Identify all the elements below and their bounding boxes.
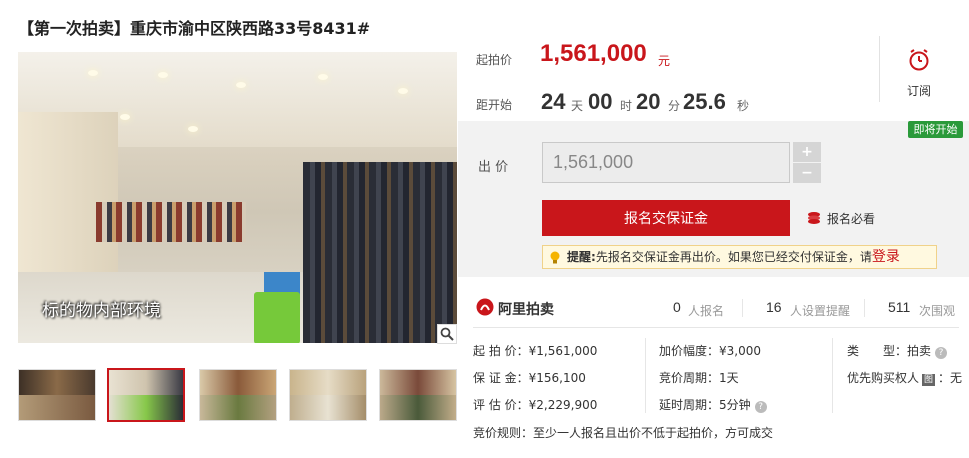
detail-increment: 加价幅度：¥3,000	[659, 342, 761, 359]
photo-light	[88, 70, 98, 76]
photo-stool	[254, 292, 300, 343]
detail-value: 1天	[719, 371, 739, 385]
thumbnail-strip	[18, 368, 458, 423]
thumbnail[interactable]	[289, 369, 367, 421]
divider	[645, 338, 646, 413]
main-photo[interactable]: 标的物内部环境	[18, 52, 457, 343]
detail-start-price: 起 拍 价：¥1,561,000	[473, 342, 597, 359]
starting-price-label: 起拍价	[476, 53, 513, 67]
detail-key: 评 估 价：	[473, 398, 529, 412]
thumbnail[interactable]	[18, 369, 96, 421]
coins-icon	[807, 211, 823, 225]
countdown-seconds-unit: 秒	[737, 99, 750, 113]
detail-cycle: 竞价周期：1天	[659, 369, 739, 386]
divider	[742, 299, 743, 317]
bid-label: 出 价	[478, 160, 509, 175]
zoom-icon[interactable]	[437, 324, 457, 344]
subscribe-button[interactable]: 订阅	[907, 82, 931, 99]
bid-input[interactable]: 1,561,000	[542, 142, 790, 183]
stat-count: 0	[673, 299, 681, 315]
tip-prefix: 提醒:	[567, 250, 596, 264]
page-title: 【第一次拍卖】重庆市渝中区陕西路33号8431#	[18, 19, 371, 38]
stat-label: 人设置提醒	[790, 304, 851, 318]
help-icon[interactable]: ?	[754, 401, 767, 413]
detail-key: 优先购买权人	[847, 371, 920, 385]
countdown-minutes-unit: 分	[668, 99, 681, 113]
detail-value: 5分钟	[719, 398, 751, 412]
countdown-label: 距开始	[476, 98, 513, 112]
priority-badge[interactable]: 图	[922, 374, 936, 386]
help-icon[interactable]: ?	[935, 347, 948, 359]
photo-light	[188, 126, 198, 132]
detail-value: ¥3,000	[719, 344, 762, 358]
detail-key: 竞价周期：	[659, 371, 720, 385]
detail-value: 至少一人报名且出价不低于起拍价，方可成交	[533, 426, 774, 440]
photo-light	[398, 88, 408, 94]
detail-rule: 竞价规则：至少一人报名且出价不低于起拍价，方可成交	[473, 424, 773, 441]
photo-caption: 标的物内部环境	[42, 301, 161, 321]
divider	[832, 338, 833, 413]
photo-clothes-rack	[96, 202, 246, 242]
decrease-bid-button[interactable]: −	[793, 163, 821, 183]
detail-value: ¥2,229,900	[528, 398, 598, 412]
stat-label: 次围观	[919, 304, 956, 318]
photo-light	[318, 74, 328, 80]
detail-value: 拍卖	[907, 344, 932, 358]
thumbnail[interactable]	[199, 369, 277, 421]
login-link[interactable]: 登录	[872, 249, 900, 265]
countdown-seconds: 25.6	[683, 89, 726, 114]
photo-light	[120, 114, 130, 120]
platform-name: 阿里拍卖	[498, 302, 554, 318]
detail-value: ：无	[938, 371, 963, 385]
detail-type: 类 型：拍卖?	[847, 342, 948, 359]
thumbnail-active[interactable]	[107, 368, 185, 422]
detail-key: 加价幅度：	[659, 344, 720, 358]
detail-value: ¥1,561,000	[528, 344, 598, 358]
photo-light	[236, 82, 246, 88]
detail-deposit: 保 证 金：¥156,100	[473, 369, 586, 386]
countdown-days: 24	[541, 89, 566, 114]
detail-key: 竞价规则：	[473, 426, 534, 440]
starting-price-unit: 元	[658, 54, 671, 68]
detail-appraisal: 评 估 价：¥2,229,900	[473, 396, 597, 413]
detail-value: ¥156,100	[528, 371, 586, 385]
tip-text: 先报名交保证金再出价。如果您已经交付保证金，请	[595, 250, 872, 264]
lightbulb-icon	[549, 250, 561, 264]
detail-key: 延时周期：	[659, 398, 720, 412]
ali-auction-logo-icon	[476, 298, 494, 316]
countdown-days-unit: 天	[571, 99, 584, 113]
thumbnail[interactable]	[379, 369, 457, 421]
alarm-clock-icon[interactable]	[907, 48, 931, 72]
register-deposit-button[interactable]: 报名交保证金	[542, 200, 790, 236]
detail-extension: 延时周期：5分钟?	[659, 396, 767, 413]
photo-clothes-rack	[303, 162, 457, 343]
stat-label: 人报名	[688, 304, 725, 318]
photo-light	[158, 72, 168, 78]
countdown-hours-unit: 时	[620, 99, 633, 113]
detail-key: 起 拍 价：	[473, 344, 529, 358]
must-see-link[interactable]: 报名必看	[807, 210, 875, 227]
status-badge: 即将开始	[908, 121, 963, 138]
login-tip: 提醒:先报名交保证金再出价。如果您已经交付保证金，请登录	[542, 245, 937, 269]
countdown-minutes: 20	[636, 89, 661, 114]
stat-count: 511	[888, 299, 911, 315]
detail-key: 保 证 金：	[473, 371, 529, 385]
countdown-hours: 00	[588, 89, 613, 114]
stat-count: 16	[766, 299, 782, 315]
detail-priority: 优先购买权人图：无	[847, 369, 962, 386]
must-see-label: 报名必看	[827, 212, 876, 226]
divider	[473, 327, 959, 328]
detail-key: 类 型：	[847, 344, 908, 358]
divider	[879, 36, 880, 102]
divider	[864, 299, 865, 317]
starting-price-value: 1,561,000	[540, 40, 647, 67]
increase-bid-button[interactable]: +	[793, 142, 821, 162]
